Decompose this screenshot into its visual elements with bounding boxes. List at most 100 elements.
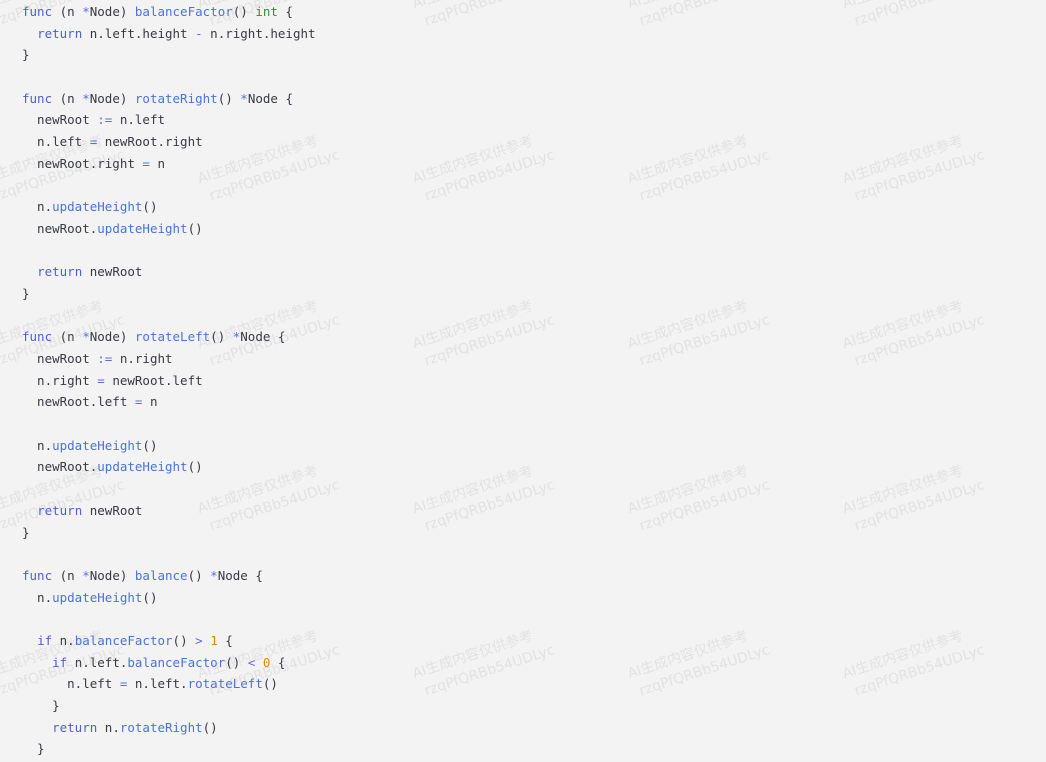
code-token: n.left: [22, 134, 90, 150]
code-line: return n.left.height - n.right.height: [22, 23, 316, 45]
code-token: if: [37, 632, 53, 648]
watermark: AI生成内容仅供参考rzqPfQRBb54UDLyc: [625, 621, 772, 703]
code-token: *: [82, 4, 90, 19]
watermark: AI生成内容仅供参考rzqPfQRBb54UDLyc: [840, 0, 987, 33]
watermark: AI生成内容仅供参考rzqPfQRBb54UDLyc: [410, 456, 557, 538]
code-line: return newRoot: [22, 261, 316, 283]
code-line: n.left = newRoot.right: [22, 131, 316, 153]
watermark-line2: rzqPfQRBb54UDLyc: [637, 477, 772, 535]
code-line: newRoot.right = n: [22, 153, 316, 175]
watermark-line1: AI生成内容仅供参考: [840, 0, 981, 14]
code-token: (): [217, 90, 241, 106]
watermark-line2: rzqPfQRBb54UDLyc: [852, 147, 987, 205]
watermark-line1: AI生成内容仅供参考: [410, 133, 536, 188]
code-token: -: [195, 25, 203, 41]
code-token: newRoot.left: [22, 394, 135, 410]
code-token: n: [149, 155, 166, 171]
code-token: }: [22, 47, 30, 63]
code-token: (): [225, 654, 248, 670]
watermark-line2: rzqPfQRBb54UDLyc: [422, 642, 557, 700]
code-line: n.left = n.left.rotateLeft(): [22, 673, 316, 695]
watermark-line2: rzqPfQRBb54UDLyc: [637, 312, 772, 370]
code-token: Node): [89, 90, 135, 106]
code-token: return: [37, 25, 83, 41]
code-token: (): [187, 567, 211, 583]
watermark-line2: rzqPfQRBb54UDLyc: [637, 0, 772, 30]
code-token: func: [22, 90, 53, 106]
code-token: newRoot: [22, 112, 98, 128]
code-token: n.right.height: [202, 25, 316, 41]
watermark: AI生成内容仅供参考rzqPfQRBb54UDLyc: [625, 456, 772, 538]
watermark-line1: AI生成内容仅供参考: [625, 628, 751, 683]
code-token: {: [270, 654, 286, 670]
code-token: balanceFactor: [74, 632, 173, 648]
code-line: }: [22, 522, 316, 544]
watermark-line1: AI生成内容仅供参考: [840, 628, 966, 683]
code-token: newRoot.: [22, 459, 98, 475]
code-token: =: [142, 155, 150, 171]
watermark-line1: AI生成内容仅供参考: [625, 133, 751, 188]
code-token: return: [37, 502, 83, 518]
code-line: n.updateHeight(): [22, 196, 316, 218]
code-line: func (n *Node) rotateLeft() *Node {: [22, 326, 316, 348]
code-token: rotateLeft: [134, 329, 211, 345]
watermark-line1: AI生成内容仅供参考: [410, 628, 536, 683]
code-token: (): [172, 632, 196, 648]
code-token: Node {: [240, 329, 286, 345]
code-line: return newRoot: [22, 500, 316, 522]
code-token: (): [262, 676, 278, 692]
code-token: n.left.: [127, 676, 188, 692]
code-token: n.: [22, 437, 53, 453]
code-token: balanceFactor: [134, 4, 233, 19]
code-token: rotateRight: [134, 90, 218, 106]
code-token: >: [195, 632, 203, 648]
code-token: *: [210, 567, 218, 583]
watermark-line1: AI生成内容仅供参考: [410, 463, 536, 518]
watermark: AI生成内容仅供参考rzqPfQRBb54UDLyc: [410, 126, 557, 208]
code-token: (n: [52, 4, 83, 19]
code-token: n.left.height: [82, 25, 196, 41]
code-token: Node): [89, 567, 135, 583]
code-token: (): [142, 589, 158, 605]
code-token: n.: [22, 589, 53, 605]
code-line: }: [22, 44, 316, 66]
code-token: {: [217, 632, 233, 648]
code-token: balance: [134, 567, 188, 583]
watermark-line1: AI生成内容仅供参考: [840, 298, 966, 353]
code-token: *: [82, 567, 90, 583]
code-token: return: [52, 719, 98, 735]
code-token: }: [22, 741, 45, 757]
code-token: rotateRight: [119, 719, 203, 735]
code-line: n.right = newRoot.left: [22, 370, 316, 392]
code-token: Node): [89, 4, 135, 19]
watermark: AI生成内容仅供参考rzqPfQRBb54UDLyc: [410, 621, 557, 703]
code-token: newRoot: [82, 502, 143, 518]
code-token: return: [37, 264, 83, 280]
code-token: :=: [97, 351, 113, 366]
watermark: AI生成内容仅供参考rzqPfQRBb54UDLyc: [840, 456, 987, 538]
code-token: *: [82, 329, 90, 345]
code-token: }: [22, 285, 30, 301]
code-token: n.left: [22, 676, 120, 692]
watermark: AI生成内容仅供参考rzqPfQRBb54UDLyc: [625, 291, 772, 373]
watermark-line1: AI生成内容仅供参考: [625, 0, 766, 14]
code-token: }: [22, 524, 30, 540]
code-token: (): [187, 220, 203, 236]
code-token: n.left.: [67, 654, 128, 670]
code-token: rotateLeft: [187, 676, 263, 692]
code-token: updateHeight: [97, 459, 188, 475]
code-token: 1: [210, 632, 218, 648]
watermark-line2: rzqPfQRBb54UDLyc: [852, 312, 987, 370]
